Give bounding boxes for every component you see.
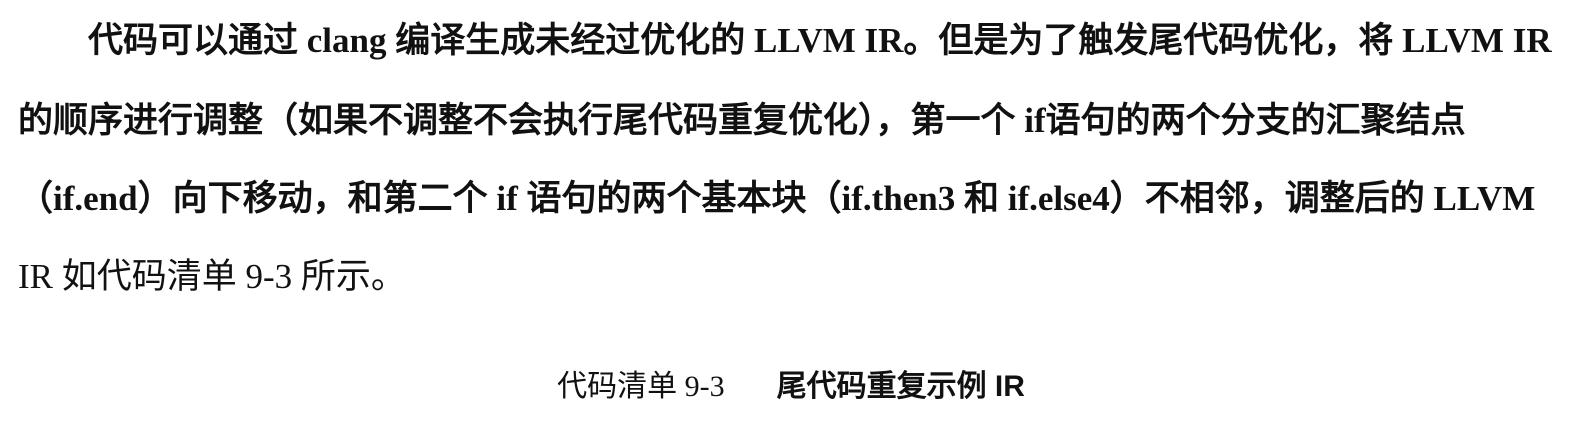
caption-title: 尾代码重复示例 IR bbox=[776, 370, 1025, 403]
paragraph-line-3: （if.end）向下移动，和第二个 if 语句的两个基本块（if.then3 和… bbox=[18, 179, 1536, 218]
paragraph-line-2: 的顺序进行调整（如果不调整不会执行尾代码重复优化），第一个 if语句的两个分支的… bbox=[18, 101, 1466, 140]
code-listing-caption: 代码清单 9-3 尾代码重复示例 IR bbox=[0, 360, 1582, 414]
document-page: 代码可以通过 clang 编译生成未经过优化的 LLVM IR。但是为了触发尾代… bbox=[0, 0, 1582, 426]
paragraph-line-1: 代码可以通过 clang 编译生成未经过优化的 LLVM IR。但是为了触发尾代… bbox=[88, 21, 1552, 60]
paragraph-line-4: IR 如代码清单 9-3 所示。 bbox=[18, 257, 406, 296]
caption-label: 代码清单 9-3 bbox=[557, 370, 725, 403]
